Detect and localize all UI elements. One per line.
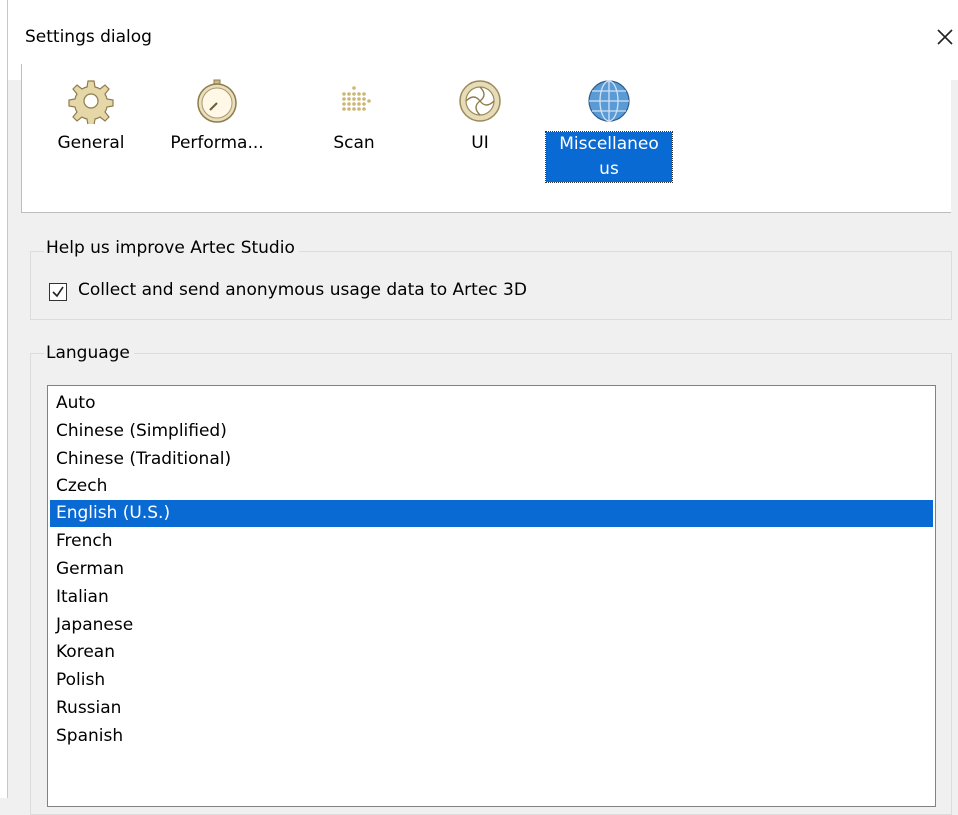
tab-ui[interactable]: UI <box>425 78 535 198</box>
tab-scan-label: Scan <box>333 133 375 153</box>
dot-grid-icon <box>342 86 371 111</box>
tab-general[interactable]: General <box>36 78 146 198</box>
gear-icon <box>68 80 114 124</box>
close-button[interactable] <box>930 22 958 52</box>
help-improve-group-title: Help us improve Artec Studio <box>44 238 299 258</box>
list-item[interactable]: Russian <box>50 695 933 722</box>
list-item[interactable]: Auto <box>50 390 933 417</box>
stopwatch-icon <box>197 79 237 123</box>
aperture-icon <box>459 80 501 122</box>
checkmark-icon <box>52 286 64 298</box>
window-border <box>7 0 8 798</box>
tab-general-label: General <box>57 133 125 153</box>
dialog-title: Settings dialog <box>25 27 152 47</box>
tab-miscellaneous-label: Miscellaneo us <box>545 131 673 183</box>
language-group-title: Language <box>44 343 134 363</box>
list-item[interactable]: Czech <box>50 473 933 500</box>
tab-performance-label: Performa... <box>170 133 264 153</box>
settings-category-bar: General Performa... Scan UI Miscellaneo … <box>21 64 951 213</box>
list-item[interactable]: Spanish <box>50 723 933 750</box>
language-list[interactable]: Auto Chinese (Simplified) Chinese (Tradi… <box>47 385 936 807</box>
list-item[interactable]: Japanese <box>50 612 933 639</box>
list-item[interactable]: French <box>50 528 933 555</box>
list-item[interactable]: Polish <box>50 667 933 694</box>
tab-performance[interactable]: Performa... <box>162 78 272 198</box>
list-item[interactable]: Chinese (Traditional) <box>50 446 933 473</box>
close-icon <box>937 29 953 45</box>
list-item[interactable]: Chinese (Simplified) <box>50 418 933 445</box>
globe-icon <box>588 80 630 122</box>
usage-data-checkbox[interactable] <box>49 283 67 301</box>
list-item[interactable]: Korean <box>50 639 933 666</box>
list-item[interactable]: German <box>50 556 933 583</box>
usage-data-checkbox-label[interactable]: Collect and send anonymous usage data to… <box>78 280 527 300</box>
tab-ui-label: UI <box>471 133 489 153</box>
list-item[interactable]: Italian <box>50 584 933 611</box>
list-item-selected[interactable]: English (U.S.) <box>50 500 933 527</box>
tab-miscellaneous[interactable]: Miscellaneo us <box>541 78 677 198</box>
tab-scan[interactable]: Scan <box>299 78 409 198</box>
